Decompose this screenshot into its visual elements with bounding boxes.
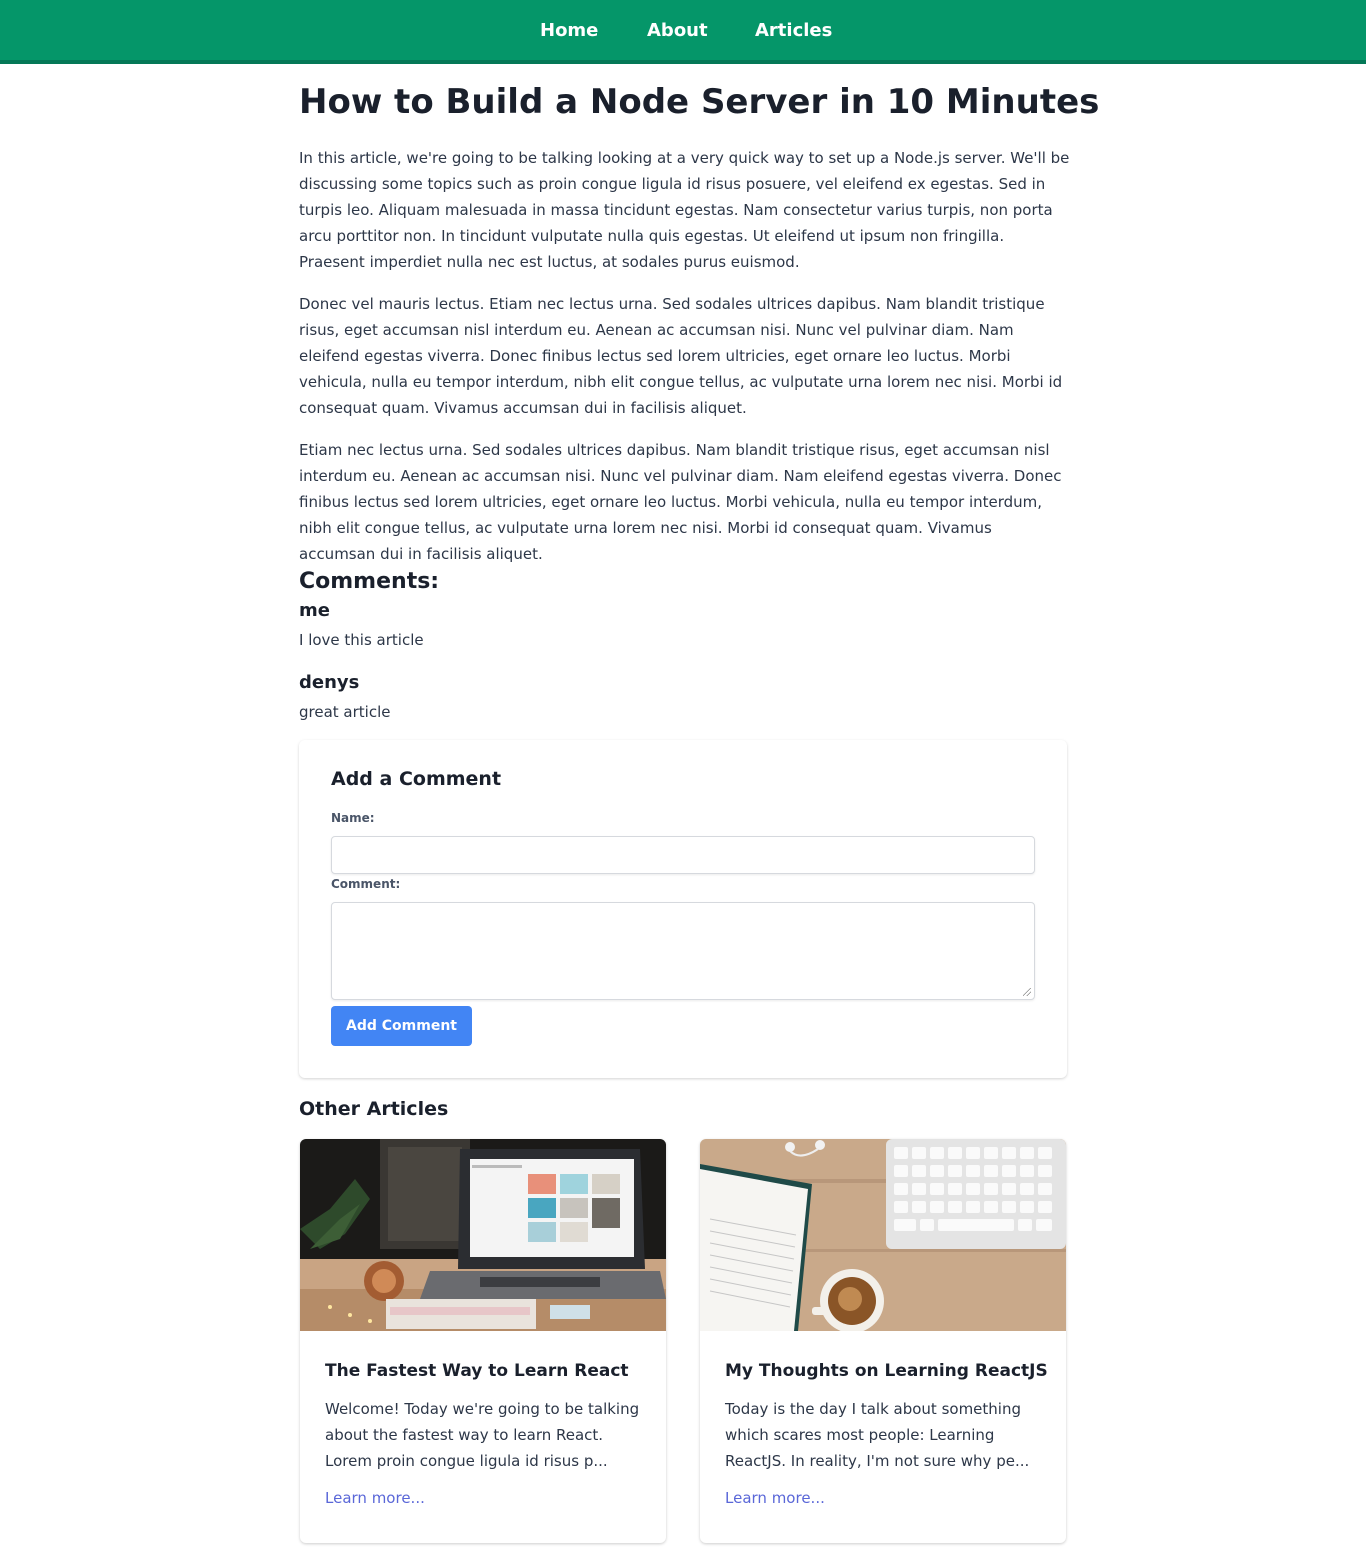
comment-author: denys: [299, 672, 360, 693]
article-card-excerpt: Today is the day I talk about something …: [725, 1400, 1030, 1470]
comment-author: me: [299, 600, 330, 621]
article-card[interactable]: My Thoughts on Learning ReactJS Today is…: [700, 1139, 1066, 1543]
nav-articles-link[interactable]: Articles: [755, 20, 832, 42]
name-label: Name:: [331, 811, 375, 825]
comments-heading: Comments:: [299, 569, 440, 594]
article-paragraph: Donec vel mauris lectus. Etiam nec lectu…: [299, 295, 1063, 417]
article-card-excerpt: Welcome! Today we're going to be talking…: [325, 1400, 640, 1470]
add-comment-button[interactable]: Add Comment: [331, 1006, 472, 1046]
nav-home-link[interactable]: Home: [540, 20, 598, 42]
article-title: How to Build a Node Server in 10 Minutes: [299, 82, 1100, 122]
resize-handle-icon[interactable]: [1023, 988, 1031, 996]
article-paragraph: In this article, we're going to be talki…: [299, 149, 1070, 271]
comment-textarea[interactable]: [331, 902, 1035, 1000]
other-articles-heading: Other Articles: [299, 1098, 449, 1120]
article-card-title: The Fastest Way to Learn React: [325, 1361, 629, 1381]
article-image: [700, 1139, 1066, 1331]
article-card-title: My Thoughts on Learning ReactJS: [725, 1361, 1048, 1381]
name-input[interactable]: [331, 836, 1035, 874]
navbar: Home About Articles: [0, 0, 1366, 64]
article-card[interactable]: The Fastest Way to Learn React Welcome! …: [300, 1139, 666, 1543]
nav-about-link[interactable]: About: [647, 20, 708, 42]
article-image: [300, 1139, 666, 1331]
add-comment-form: Add a Comment Name: Comment: Add Comment: [299, 740, 1067, 1078]
add-comment-title: Add a Comment: [331, 768, 502, 790]
learn-more-link[interactable]: Learn more...: [725, 1487, 825, 1509]
learn-more-link[interactable]: Learn more...: [325, 1487, 425, 1509]
article-paragraph: Etiam nec lectus urna. Sed sodales ultri…: [299, 441, 1062, 563]
comment-label: Comment:: [331, 877, 401, 891]
comment-text: great article: [299, 703, 391, 721]
comment-text: I love this article: [299, 631, 424, 649]
